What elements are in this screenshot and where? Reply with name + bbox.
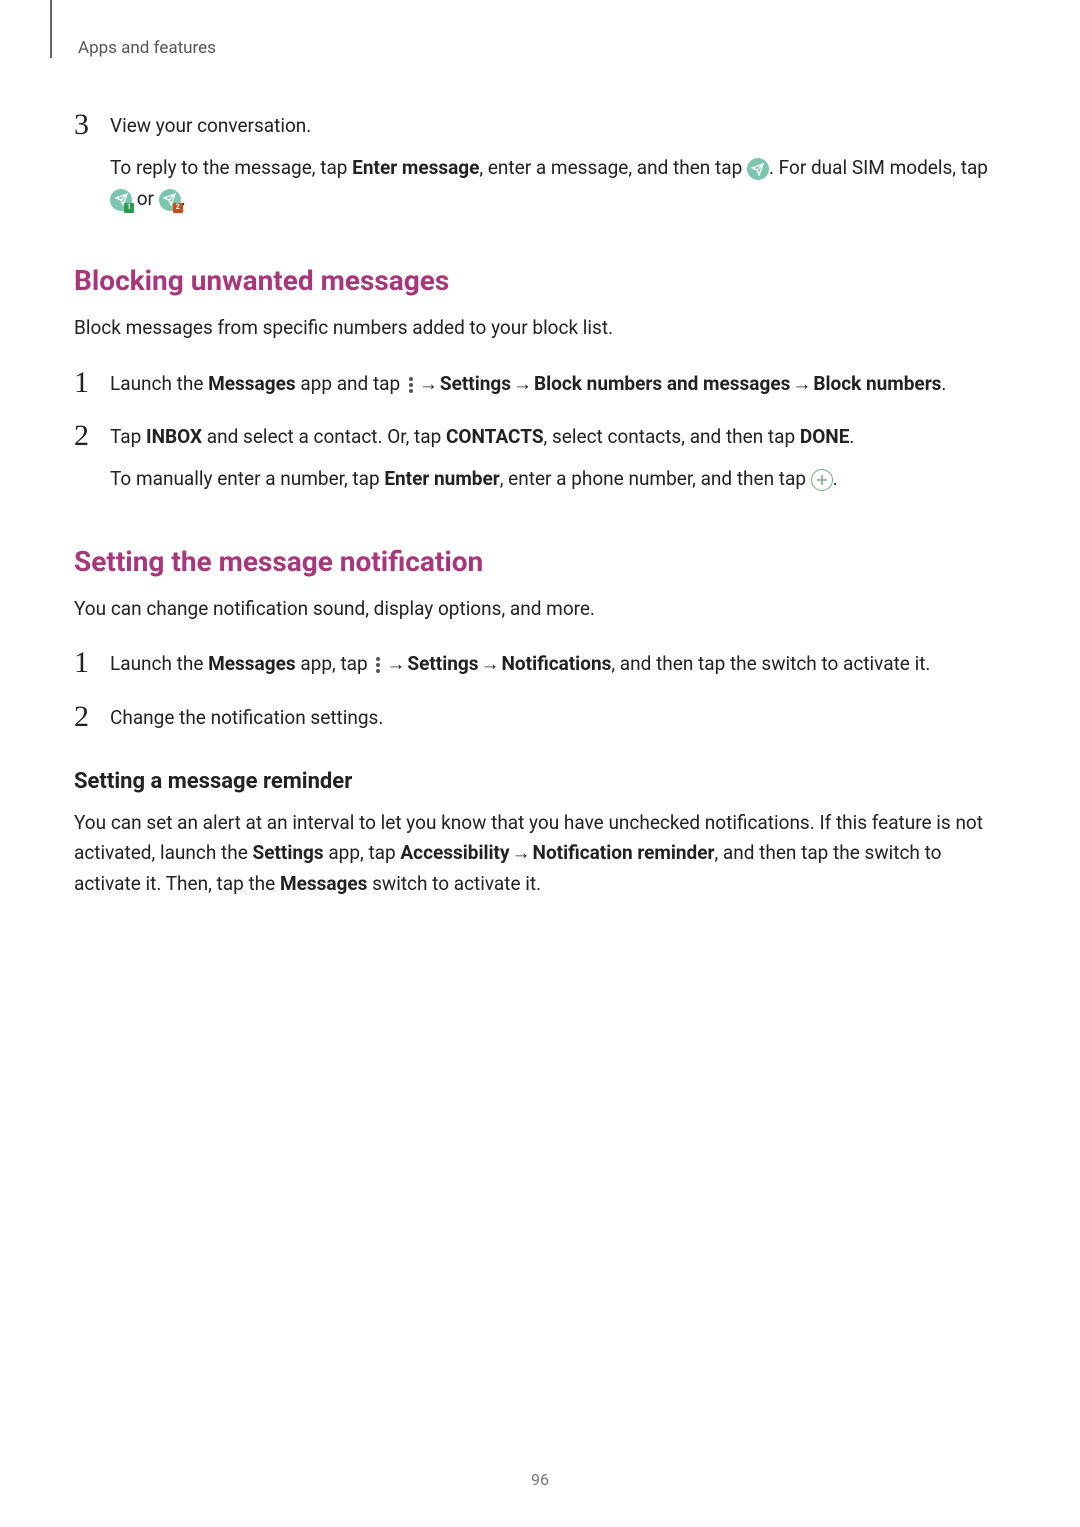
step-number: 3	[74, 108, 102, 141]
bold-text: Settings	[407, 652, 478, 675]
text-fragment: To manually enter a number, tap	[110, 467, 384, 490]
section-header: Apps and features	[78, 38, 216, 58]
heading-notification: Setting the message notification	[74, 545, 1010, 578]
arrow-icon: →	[481, 649, 500, 679]
step-text: Launch the Messages app and tap → Settin…	[110, 366, 1010, 399]
bold-text: Messages	[280, 872, 367, 895]
text-fragment: , enter a message, and then tap	[479, 156, 747, 179]
arrow-icon: →	[792, 369, 811, 399]
blocking-step-2: 2 Tap INBOX and select a contact. Or, ta…	[74, 419, 1010, 452]
step-3-detail: To reply to the message, tap Enter messa…	[110, 153, 1010, 214]
bold-text: Notifications	[502, 652, 612, 675]
send-icon	[747, 158, 769, 180]
header-divider	[50, 0, 52, 58]
bold-text: Enter message	[352, 156, 479, 179]
arrow-icon: →	[386, 649, 405, 679]
text-fragment: . For dual SIM models, tap	[769, 156, 988, 179]
text-fragment: .	[941, 372, 946, 395]
blocking-step-1: 1 Launch the Messages app and tap → Sett…	[74, 366, 1010, 399]
bold-text: Settings	[440, 372, 511, 395]
desc-blocking: Block messages from specific numbers add…	[74, 313, 1010, 343]
text-fragment: Launch the	[110, 372, 208, 395]
arrow-icon: →	[513, 369, 532, 399]
sim-badge-1: 1	[124, 203, 134, 213]
notification-step-2: 2 Change the notification settings.	[74, 700, 1010, 733]
sim-badge-2: 2	[173, 203, 183, 213]
step-text: Launch the Messages app, tap → Settings …	[110, 646, 1010, 679]
step-text: Change the notification settings.	[110, 700, 1010, 733]
bold-text: Block numbers and messages	[534, 372, 790, 395]
bold-text: Enter number	[384, 467, 499, 490]
notification-step-1: 1 Launch the Messages app, tap → Setting…	[74, 646, 1010, 679]
text-fragment: To reply to the message, tap	[110, 156, 352, 179]
heading-blocking: Blocking unwanted messages	[74, 264, 1010, 297]
bold-text: Messages	[208, 372, 295, 395]
desc-reminder: You can set an alert at an interval to l…	[74, 808, 1010, 899]
step-number: 1	[74, 366, 102, 399]
text-fragment: .	[849, 425, 854, 448]
step-text: View your conversation.	[110, 108, 1010, 141]
bold-text: DONE	[800, 425, 850, 448]
text-fragment: app, tap	[296, 652, 373, 675]
text-fragment: app, tap	[324, 841, 401, 864]
text-fragment: , enter a phone number, and then tap	[500, 467, 811, 490]
step-text: Tap INBOX and select a contact. Or, tap …	[110, 419, 1010, 452]
bold-text: CONTACTS	[446, 425, 544, 448]
more-icon	[407, 376, 415, 394]
text-fragment: .	[833, 467, 838, 490]
more-icon	[374, 656, 382, 674]
step-number: 2	[74, 419, 102, 452]
blocking-step-2-detail: To manually enter a number, tap Enter nu…	[110, 464, 1010, 494]
bold-text: INBOX	[146, 425, 202, 448]
text-fragment: Launch the	[110, 652, 208, 675]
content-area: 3 View your conversation. To reply to th…	[74, 108, 1010, 899]
page-container: Apps and features 3 View your conversati…	[0, 0, 1080, 1527]
arrow-icon: →	[419, 369, 438, 399]
text-fragment: or	[132, 187, 159, 210]
bold-text: Block numbers	[813, 372, 941, 395]
text-fragment: app and tap	[296, 372, 405, 395]
text-fragment: , and then tap the switch to activate it…	[611, 652, 930, 675]
text-fragment: and select a contact. Or, tap	[202, 425, 446, 448]
send-sim2-icon: 2	[159, 189, 181, 211]
heading-reminder: Setting a message reminder	[74, 769, 1010, 794]
text-fragment: Tap	[110, 425, 146, 448]
bold-text: Notification reminder	[533, 841, 715, 864]
bold-text: Accessibility	[400, 841, 509, 864]
send-sim1-icon: 1	[110, 189, 132, 211]
step-number: 2	[74, 700, 102, 733]
desc-notification: You can change notification sound, displ…	[74, 594, 1010, 624]
plus-icon	[811, 469, 833, 491]
bold-text: Settings	[253, 841, 324, 864]
page-number: 96	[531, 1470, 549, 1489]
text-fragment: , select contacts, and then tap	[544, 425, 800, 448]
text-fragment: switch to activate it.	[367, 872, 541, 895]
step-3: 3 View your conversation.	[74, 108, 1010, 141]
bold-text: Messages	[208, 652, 295, 675]
step-number: 1	[74, 646, 102, 679]
arrow-icon: →	[512, 838, 531, 868]
